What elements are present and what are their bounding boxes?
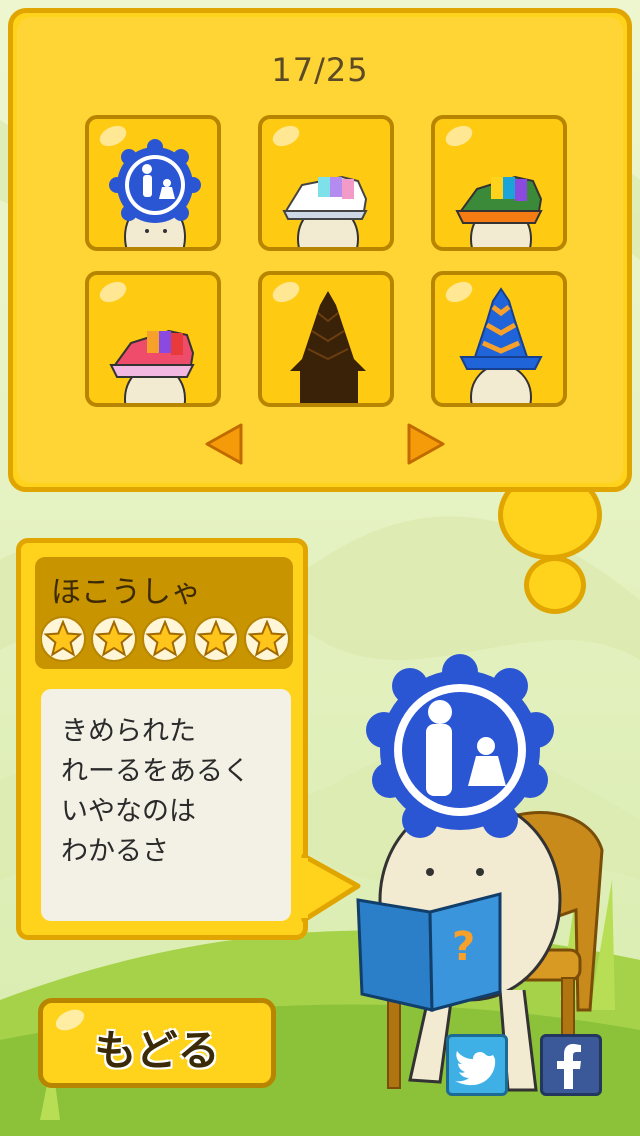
back-button[interactable]: もどる	[38, 998, 276, 1088]
character-description-box: きめられた れーるをあるく いやなのは わかるさ	[41, 689, 291, 921]
rating-star-4	[193, 616, 239, 662]
white-sneaker-icon	[282, 175, 368, 247]
svg-text:?: ?	[452, 924, 475, 970]
rating-star-2	[91, 616, 137, 662]
page-counter: 17/25	[271, 51, 369, 89]
rating-star-5	[244, 616, 290, 662]
collection-tile-3[interactable]	[431, 115, 567, 251]
collection-panel: 17/25	[8, 8, 632, 492]
description-line-3: いやなのは	[61, 796, 196, 827]
rating-star-1	[41, 616, 86, 662]
description-line-2: れーるをあるく	[61, 756, 250, 787]
facebook-button[interactable]	[540, 1034, 602, 1096]
collection-tile-6[interactable]	[431, 271, 567, 407]
character-name: ほこうしゃ	[51, 575, 201, 610]
character-name-box: ほこうしゃ	[35, 557, 293, 669]
twitter-button[interactable]	[446, 1034, 508, 1096]
character-info-card: ほこうしゃ きめられた れーるをあるく いやなのは わかるさ	[16, 538, 308, 940]
collection-tile-5[interactable]	[258, 271, 394, 407]
prev-page-button[interactable]	[201, 421, 247, 467]
back-button-label: もどる	[94, 1026, 220, 1075]
twitter-icon	[455, 1051, 496, 1086]
silhouette-cone-icon	[290, 291, 366, 403]
rating-star-3	[142, 616, 188, 662]
description-line-1: きめられた	[61, 716, 196, 747]
pink-sneaker-icon	[109, 329, 195, 403]
blue-cone-icon	[459, 287, 543, 403]
collection-tile-1[interactable]	[85, 115, 221, 251]
rating-stars	[41, 616, 290, 662]
thought-bubble-small	[524, 556, 586, 614]
orange-sneaker-icon	[455, 175, 543, 247]
collection-tile-4[interactable]	[85, 271, 221, 407]
collection-tile-2[interactable]	[258, 115, 394, 251]
next-page-button[interactable]	[403, 421, 449, 467]
description-line-4: わかるさ	[61, 836, 169, 867]
pedestrian-sign-icon	[109, 139, 201, 247]
facebook-icon	[557, 1044, 581, 1089]
